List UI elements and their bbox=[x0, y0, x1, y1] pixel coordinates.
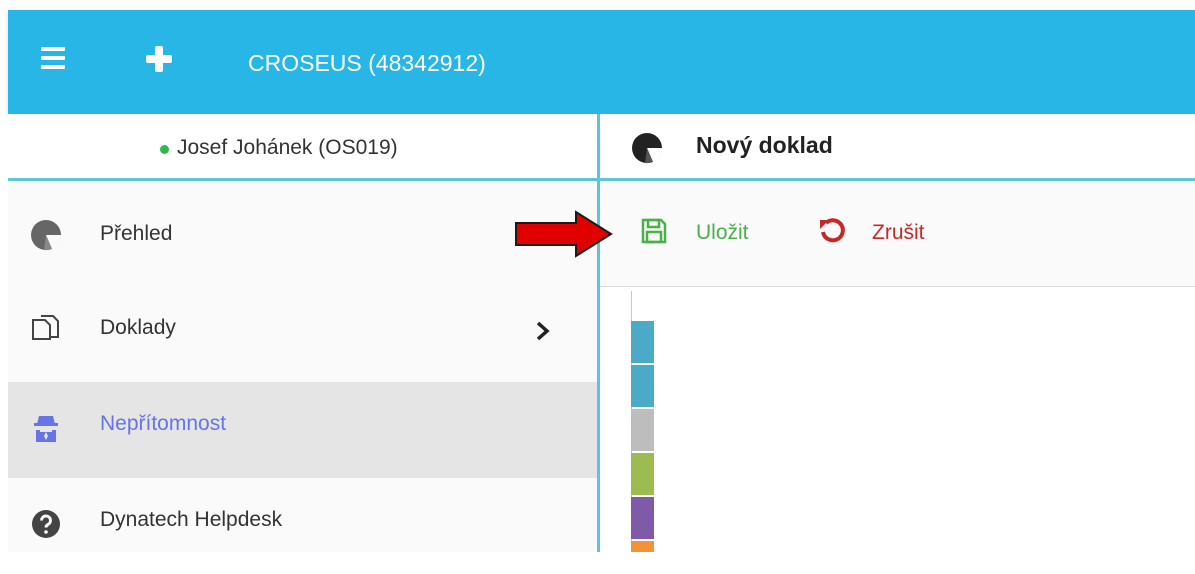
red-arrow-icon bbox=[515, 210, 613, 258]
color-stripe bbox=[631, 409, 654, 451]
content-area bbox=[600, 287, 1195, 552]
page-header: Nový doklad bbox=[600, 114, 1195, 181]
color-stripe bbox=[631, 365, 654, 407]
sidebar-item-doklady[interactable]: Doklady bbox=[8, 286, 597, 382]
sidebar-item-label: Dynatech Helpdesk bbox=[100, 508, 283, 531]
documents-icon bbox=[32, 315, 59, 340]
pie-chart-logo-icon bbox=[632, 133, 663, 164]
color-stripe bbox=[631, 453, 654, 495]
plus-icon[interactable] bbox=[146, 46, 172, 72]
toolbar: Uložit Zrušit bbox=[600, 181, 1195, 287]
user-info: Josef Johánek (OS019) bbox=[8, 114, 597, 181]
color-stripe bbox=[631, 497, 654, 539]
sidebar-item-label: Doklady bbox=[100, 316, 176, 339]
user-name: Josef Johánek (OS019) bbox=[177, 136, 398, 159]
top-app-bar: CROSEUS (48342912) bbox=[8, 10, 1195, 114]
question-circle-icon bbox=[32, 510, 60, 538]
sidebar-item-label: Nepřítomnost bbox=[100, 412, 227, 435]
page-title: Nový doklad bbox=[696, 132, 833, 158]
floppy-disk-icon bbox=[641, 218, 667, 244]
chevron-right-icon[interactable] bbox=[534, 320, 552, 342]
main-panel: Nový doklad Uložit Zrušit bbox=[600, 114, 1195, 552]
online-status-dot bbox=[160, 145, 169, 154]
cancel-button-label: Zrušit bbox=[872, 221, 925, 244]
app-title: CROSEUS (48342912) bbox=[248, 50, 486, 76]
sidebar: Josef Johánek (OS019) Přehled Doklady Ne… bbox=[8, 114, 597, 552]
color-stripe bbox=[631, 321, 654, 363]
spy-icon bbox=[34, 416, 58, 442]
sidebar-item-label: Přehled bbox=[100, 222, 173, 245]
pie-chart-icon bbox=[31, 220, 62, 251]
sidebar-item-prehled[interactable]: Přehled bbox=[8, 192, 597, 288]
save-button[interactable]: Uložit bbox=[640, 217, 770, 251]
undo-icon bbox=[820, 218, 845, 243]
sidebar-item-nepritomnost[interactable]: Nepřítomnost bbox=[8, 382, 597, 478]
hamburger-menu-icon[interactable] bbox=[41, 47, 75, 77]
sidebar-item-dynatech-helpdesk[interactable]: Dynatech Helpdesk bbox=[8, 478, 597, 574]
cancel-button[interactable]: Zrušit bbox=[818, 217, 948, 251]
save-button-label: Uložit bbox=[696, 221, 749, 244]
color-stripe bbox=[631, 541, 654, 552]
